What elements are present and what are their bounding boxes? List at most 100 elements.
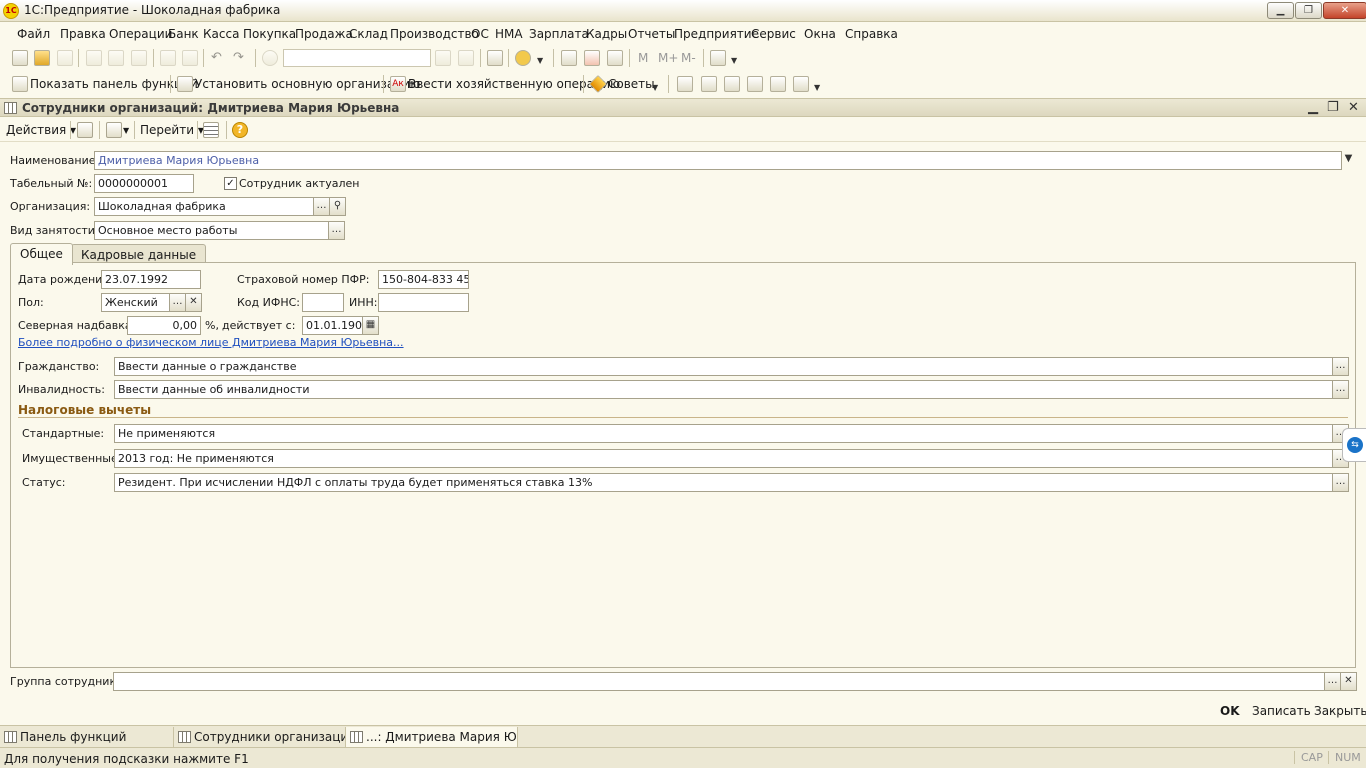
document-close-button[interactable]: ✕ <box>1348 100 1359 115</box>
open-folder-icon[interactable] <box>34 50 50 66</box>
menu-windows[interactable]: Окна <box>804 27 836 41</box>
name-field[interactable]: Дмитриева Мария Юрьевна <box>94 151 1342 170</box>
menu-operations[interactable]: Операции <box>109 27 172 41</box>
citizenship-select-button[interactable]: … <box>1332 357 1349 376</box>
tools-icon[interactable] <box>710 50 726 66</box>
tab-number-field[interactable]: 0000000001 <box>94 174 194 193</box>
inn-field[interactable] <box>378 293 469 312</box>
menu-hr[interactable]: Кадры <box>586 27 627 41</box>
close-window-button[interactable]: ✕ <box>1323 2 1366 19</box>
restore-button[interactable]: ❐ <box>1295 2 1322 19</box>
cut-icon[interactable] <box>86 50 102 66</box>
chevron-down-icon[interactable]: ▼ <box>537 56 543 65</box>
organization-search-icon[interactable]: ⚲ <box>329 197 346 216</box>
employment-type-select-button[interactable]: … <box>328 221 345 240</box>
task-function-panel[interactable]: Панель функций <box>0 727 174 747</box>
users-icon[interactable] <box>607 50 623 66</box>
search-icon[interactable] <box>262 50 278 66</box>
info-icon[interactable] <box>515 50 531 66</box>
menu-purchase[interactable]: Покупка <box>243 27 296 41</box>
status-field[interactable]: Резидент. При исчислении НДФЛ с оплаты т… <box>114 473 1334 492</box>
birth-date-field[interactable]: 23.07.1992 <box>101 270 201 289</box>
memory-m-button[interactable]: M <box>638 51 648 65</box>
chevron-down-icon[interactable]: ▼ <box>123 126 129 135</box>
task-employees-list[interactable]: Сотрудники организаций <box>174 727 346 747</box>
ifns-code-field[interactable] <box>302 293 344 312</box>
citizenship-field[interactable]: Ввести данные о гражданстве <box>114 357 1334 376</box>
menu-edit[interactable]: Правка <box>60 27 106 41</box>
report-icon[interactable] <box>793 76 809 92</box>
goto-menu-button[interactable]: Перейти ▾ <box>140 123 204 137</box>
property-deductions-field[interactable]: 2013 год: Не применяются <box>114 449 1334 468</box>
close-button[interactable]: Закрыть <box>1314 704 1366 718</box>
valid-from-field[interactable]: 01.01.1900 <box>302 316 364 335</box>
organization-select-button[interactable]: … <box>313 197 330 216</box>
document-list-icon[interactable] <box>770 76 786 92</box>
document-minimize-button[interactable]: ▁ <box>1308 100 1318 115</box>
disability-select-button[interactable]: … <box>1332 380 1349 399</box>
menu-intangibles[interactable]: НМА <box>495 27 523 41</box>
sex-field[interactable]: Женский <box>101 293 171 312</box>
memory-minus-button[interactable]: M- <box>681 51 696 65</box>
disability-field[interactable]: Ввести данные об инвалидности <box>114 380 1334 399</box>
chevron-down-icon[interactable]: ▼ <box>652 83 658 92</box>
chevron-down-icon[interactable]: ▼ <box>814 83 820 92</box>
menu-warehouse[interactable]: Склад <box>349 27 388 41</box>
find-next-icon[interactable] <box>435 50 451 66</box>
copy-icon[interactable] <box>108 50 124 66</box>
menu-bank[interactable]: Банк <box>168 27 199 41</box>
chevron-down-icon[interactable]: ▼ <box>731 56 737 65</box>
task-employee-form[interactable]: ...: Дмитриева Мария Юрье... <box>346 727 518 747</box>
employee-active-checkbox[interactable]: ✓ <box>224 177 237 190</box>
show-function-panel-button[interactable]: Показать панель функций <box>30 77 198 91</box>
catalog-icon[interactable] <box>677 76 693 92</box>
undo-icon[interactable]: ↶ <box>211 50 227 66</box>
person-details-link[interactable]: Более подробно о физическом лице Дмитрие… <box>18 336 404 349</box>
menu-fixed-assets[interactable]: ОС <box>471 27 489 41</box>
sex-clear-icon[interactable]: ✕ <box>185 293 202 312</box>
name-dropdown-button[interactable]: ▼ <box>1340 151 1357 170</box>
menu-help[interactable]: Справка <box>845 27 898 41</box>
tab-general[interactable]: Общее <box>10 243 73 265</box>
organization-field[interactable]: Шоколадная фабрика <box>94 197 314 216</box>
new-document-icon[interactable] <box>12 50 28 66</box>
menu-service[interactable]: Сервис <box>751 27 796 41</box>
print-preview-icon[interactable] <box>182 50 198 66</box>
employees-icon[interactable] <box>724 76 740 92</box>
menu-reports[interactable]: Отчеты <box>628 27 675 41</box>
print-icon[interactable] <box>160 50 176 66</box>
document-restore-button[interactable]: ❐ <box>1327 100 1339 115</box>
employee-group-field[interactable] <box>113 672 1325 691</box>
menu-cash[interactable]: Касса <box>203 27 239 41</box>
menu-file[interactable]: Файл <box>17 27 50 41</box>
tab-hr-data[interactable]: Кадровые данные <box>71 244 207 264</box>
employee-group-select-button[interactable]: … <box>1324 672 1341 691</box>
north-bonus-field[interactable]: 0,00 <box>127 316 201 335</box>
status-select-button[interactable]: … <box>1332 473 1349 492</box>
menu-sales[interactable]: Продажа <box>295 27 353 41</box>
redo-icon[interactable]: ↷ <box>233 50 249 66</box>
calendar-icon[interactable]: ▦ <box>362 316 379 335</box>
menu-salary[interactable]: Зарплата <box>529 27 589 41</box>
structure-icon[interactable] <box>203 122 219 138</box>
employees-2-icon[interactable] <box>747 76 763 92</box>
search-input[interactable] <box>283 49 431 67</box>
employee-group-clear-icon[interactable]: ✕ <box>1340 672 1357 691</box>
help-icon[interactable]: ? <box>232 122 248 138</box>
standard-deductions-field[interactable]: Не применяются <box>114 424 1334 443</box>
remote-support-tab[interactable]: ⇆ <box>1342 428 1366 462</box>
minimize-button[interactable]: ▁ <box>1267 2 1294 19</box>
menu-production[interactable]: Производство <box>390 27 479 41</box>
calculator-icon[interactable] <box>561 50 577 66</box>
find-prev-icon[interactable] <box>458 50 474 66</box>
memory-plus-button[interactable]: M+ <box>658 51 678 65</box>
pfr-number-field[interactable]: 150-804-833 45 <box>378 270 469 289</box>
employment-type-field[interactable]: Основное место работы <box>94 221 330 240</box>
windows-icon[interactable] <box>487 50 503 66</box>
catalog-2-icon[interactable] <box>701 76 717 92</box>
save-icon[interactable] <box>57 50 73 66</box>
paste-icon[interactable] <box>131 50 147 66</box>
ok-button[interactable]: OK <box>1220 704 1240 718</box>
enter-based-on-icon[interactable] <box>106 122 122 138</box>
calendar-icon[interactable] <box>584 50 600 66</box>
